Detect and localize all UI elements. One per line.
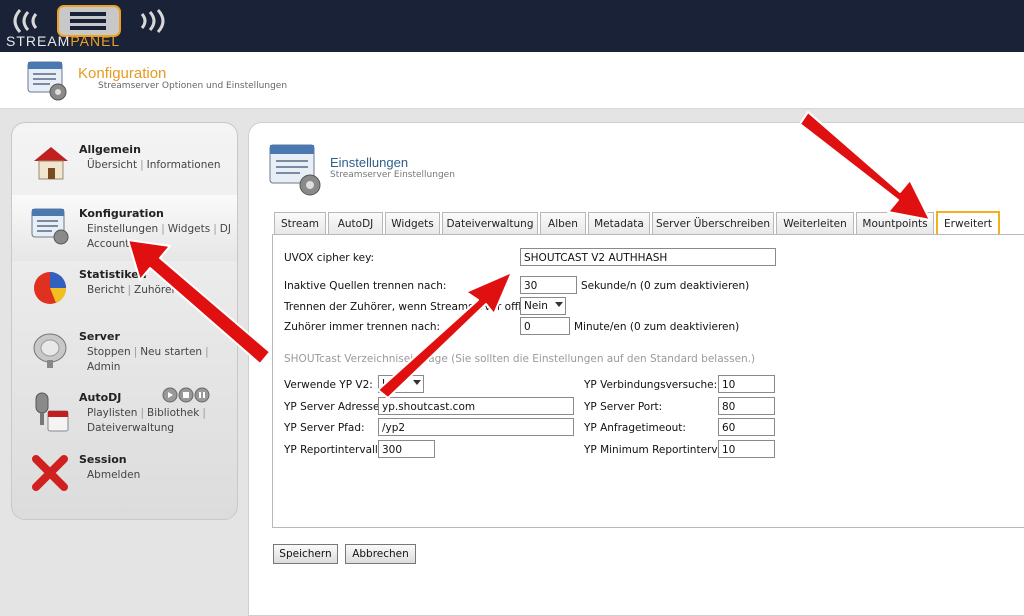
config-window-icon: [27, 61, 67, 101]
settings-window-icon: [269, 144, 321, 196]
sidebar-title-statistiken[interactable]: Statistiken: [79, 268, 147, 281]
sidebar-link-abmelden[interactable]: Abmelden: [87, 469, 140, 481]
tab-stream[interactable]: Stream: [274, 212, 326, 234]
tab-autodj[interactable]: AutoDJ: [328, 212, 383, 234]
sidebar-link-stoppen[interactable]: Stoppen: [87, 346, 131, 358]
yp-timeout-label: YP Anfragetimeout:: [584, 422, 686, 434]
sidebar-title-konfiguration[interactable]: Konfiguration: [79, 207, 164, 220]
top-bar: STREAMPANEL: [0, 0, 1024, 52]
disconnect-select[interactable]: Nein: [520, 297, 566, 315]
session-close-icon: [32, 455, 68, 491]
sidebar-link-playlisten[interactable]: Playlisten: [87, 407, 137, 419]
sidebar-link-dj[interactable]: DJ: [220, 223, 231, 235]
sidebar-link-zuhoerer[interactable]: Zuhörer: [134, 284, 176, 296]
sidebar-link-bericht[interactable]: Bericht: [87, 284, 124, 296]
yp-port-label: YP Server Port:: [584, 401, 663, 413]
cancel-button[interactable]: Abbrechen: [345, 544, 416, 564]
yp-path-input[interactable]: /yp2: [378, 418, 574, 436]
sidebar-link-admin[interactable]: Admin: [87, 361, 120, 373]
yp-timeout-input[interactable]: 60: [718, 418, 775, 436]
sidebar: Allgemein Übersicht | Informationen Konfig…: [11, 122, 238, 520]
config-window-icon: [31, 208, 69, 245]
sidebar-title-server[interactable]: Server: [79, 330, 120, 343]
inactive-unit: Sekunde/n (0 zum deaktivieren): [581, 280, 750, 292]
always-label: Zuhörer immer trennen nach:: [284, 321, 441, 333]
yp-minreport-label: YP Minimum Reportintervall:: [584, 444, 734, 456]
statistics-pie-icon: [34, 272, 67, 304]
sidebar-link-dateiverwaltung[interactable]: Dateiverwaltung: [87, 422, 174, 434]
inactive-input[interactable]: 30: [520, 276, 577, 294]
yp-v2-select[interactable]: Ja: [378, 375, 424, 393]
tab-metadata[interactable]: Metadata: [588, 212, 650, 234]
tab-dateiverwaltung[interactable]: Dateiverwaltung: [442, 212, 538, 234]
home-icon: [34, 147, 68, 180]
tab-alben[interactable]: Alben: [540, 212, 586, 234]
content-subtitle: Streamserver Einstellungen: [330, 170, 455, 180]
yp-minreport-input[interactable]: 10: [718, 440, 775, 458]
yp-path-label: YP Server Pfad:: [284, 422, 365, 434]
page-title: Konfiguration: [78, 65, 167, 82]
disconnect-label: Trennen der Zuhörer, wenn Streamserver o…: [284, 301, 541, 313]
yp-retries-input[interactable]: 10: [718, 375, 775, 393]
sidebar-link-bibliothek[interactable]: Bibliothek: [147, 407, 199, 419]
play-control-icons[interactable]: [162, 387, 212, 403]
yp-port-input[interactable]: 80: [718, 397, 775, 415]
always-input[interactable]: 0: [520, 317, 570, 335]
tab-widgets[interactable]: Widgets: [385, 212, 440, 234]
sidebar-link-einstellungen[interactable]: Einstellungen: [87, 223, 158, 235]
yp-retries-label: YP Verbindungsversuche:: [584, 379, 718, 391]
yp-address-label: YP Server Adresse:: [284, 401, 384, 413]
sidebar-title-session[interactable]: Session: [79, 453, 127, 466]
content-title: Einstellungen: [330, 155, 409, 170]
sidebar-link-l[interactable]: L: [185, 284, 191, 296]
sidebar-link-neu-starten[interactable]: Neu starten: [140, 346, 202, 358]
uvox-input[interactable]: SHOUTCAST V2 AUTHHASH: [520, 248, 776, 266]
tab-mountpoints[interactable]: Mountpoints: [856, 212, 934, 234]
shoutcast-directory-heading: SHOUTcast Verzeichniseinträge (Sie sollt…: [284, 353, 756, 365]
yp-address-input[interactable]: yp.shoutcast.com: [378, 397, 574, 415]
chevron-down-icon: [413, 380, 421, 385]
autodj-microphone-icon: [35, 392, 69, 432]
inactive-label: Inaktive Quellen trennen nach:: [284, 280, 447, 292]
sidebar-title-allgemein[interactable]: Allgemein: [79, 143, 141, 156]
always-unit: Minute/en (0 zum deaktivieren): [574, 321, 740, 333]
chevron-down-icon: [555, 302, 563, 307]
yp-report-label: YP Reportintervall:: [284, 444, 382, 456]
sidebar-link-informationen[interactable]: Informationen: [147, 159, 221, 171]
tab-erweitert[interactable]: Erweitert: [936, 211, 1000, 235]
tab-weiterleiten[interactable]: Weiterleiten: [776, 212, 854, 234]
save-button[interactable]: Speichern: [273, 544, 338, 564]
logo-text: STREAMPANEL: [6, 33, 121, 49]
tab-server-ueberschreiben[interactable]: Server Überschreiben: [652, 212, 774, 234]
sidebar-link-uebersicht[interactable]: Übersicht: [87, 159, 137, 171]
sidebar-link-accounts[interactable]: Accounts: [87, 238, 135, 250]
yp-v2-label: Verwende YP V2:: [284, 379, 373, 391]
page-subtitle: Streamserver Optionen und Einstellungen: [98, 81, 288, 91]
uvox-label: UVOX cipher key:: [284, 252, 375, 264]
sidebar-title-autodj[interactable]: AutoDJ: [79, 391, 121, 404]
server-satellite-icon: [33, 333, 67, 368]
yp-report-input[interactable]: 300: [378, 440, 435, 458]
sidebar-link-widgets[interactable]: Widgets: [168, 223, 210, 235]
